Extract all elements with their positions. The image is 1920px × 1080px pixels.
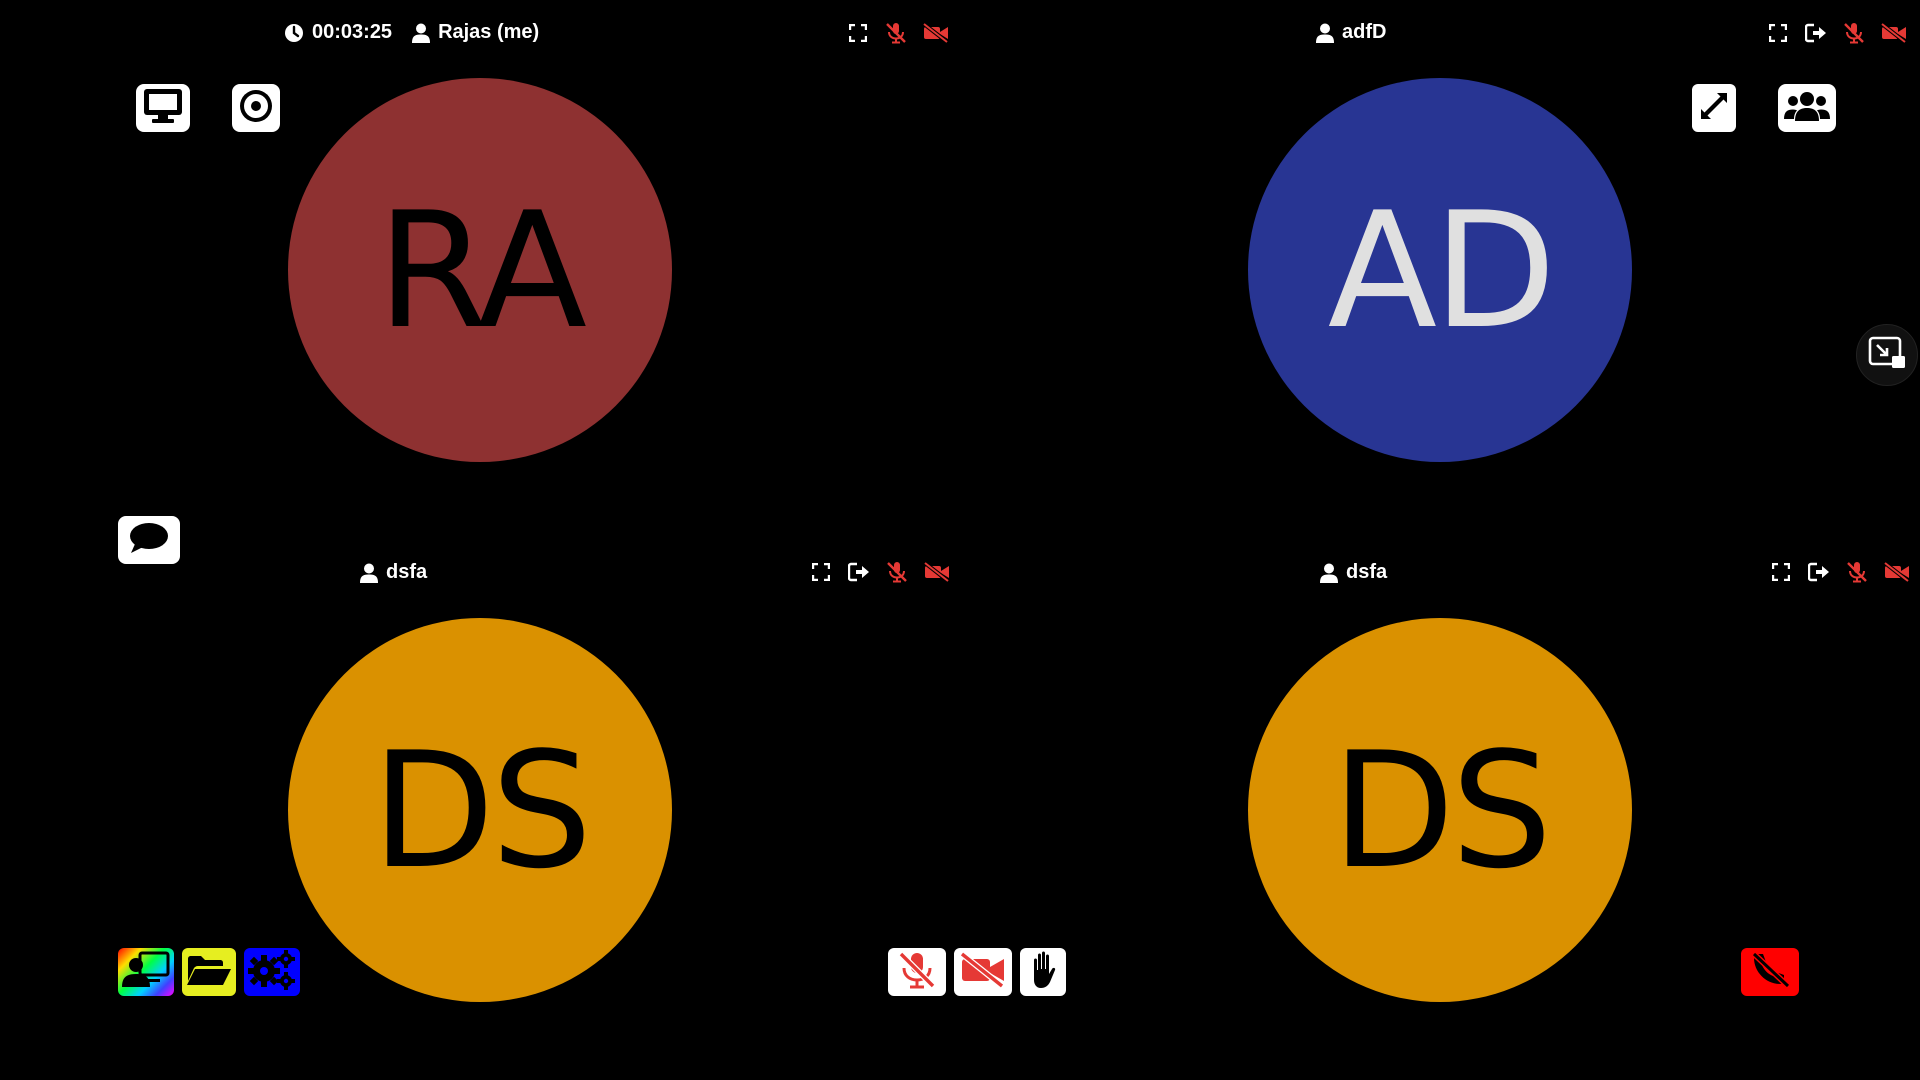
participant-avatar: RA [288, 78, 672, 462]
screen-share-button[interactable] [136, 84, 190, 132]
chat-icon [127, 520, 171, 561]
video-slash-icon [960, 951, 1006, 993]
participant-name-text: Rajas (me) [438, 21, 540, 43]
microphone-slash-icon[interactable] [1846, 561, 1868, 583]
participant-avatar: AD [1248, 78, 1632, 462]
participant-name-text: dsfa [386, 561, 428, 583]
participant-name: Rajas (me) [412, 21, 539, 44]
hangup-button[interactable] [1741, 948, 1799, 996]
tile-tools [1767, 22, 1907, 44]
tile-tools [1770, 561, 1910, 583]
microphone-slash-icon[interactable] [886, 561, 908, 583]
participant-name-text: dsfa [1346, 561, 1388, 583]
avatar-initials: DS [371, 716, 593, 904]
toggle-mic-button[interactable] [888, 948, 946, 996]
user-icon [360, 563, 378, 583]
desktop-icon [142, 87, 184, 130]
phone-hangup-icon [1748, 950, 1792, 995]
avatar-initials: DS [1331, 716, 1553, 904]
tile-header: dsfa [360, 561, 427, 584]
avatar-initials: RA [376, 176, 587, 364]
raise-hand-button[interactable] [1020, 948, 1066, 996]
user-icon [1316, 23, 1334, 43]
tile-tools [847, 22, 949, 44]
fullscreen-icon[interactable] [810, 561, 832, 583]
participant-tile-dsfa-1: dsfa DS [0, 540, 960, 1080]
participant-name: adfD [1316, 21, 1386, 44]
timer-text: 00:03:25 [312, 21, 393, 43]
avatar-initials: AD [1327, 176, 1557, 364]
raise-hand-icon [1026, 950, 1060, 995]
participant-tile-adfd: adfD AD [960, 0, 1920, 540]
sign-out-icon[interactable] [1805, 22, 1827, 44]
microphone-slash-icon[interactable] [885, 22, 907, 44]
video-slash-icon[interactable] [1884, 561, 1910, 583]
sign-out-icon[interactable] [848, 561, 870, 583]
files-button[interactable] [182, 948, 236, 996]
participant-name: dsfa [1320, 561, 1387, 584]
fullscreen-icon[interactable] [1767, 22, 1789, 44]
expand-button[interactable] [1692, 84, 1736, 132]
swap-camera-button[interactable] [118, 948, 174, 996]
tile-header: adfD [1316, 21, 1386, 44]
video-slash-icon[interactable] [1881, 22, 1907, 44]
expand-icon [1697, 89, 1731, 128]
pip-button[interactable] [1856, 324, 1918, 386]
settings-button[interactable] [244, 948, 300, 996]
chat-button[interactable] [118, 516, 180, 564]
video-call-stage: 00:03:25 Rajas (me) RA adfD AD dsfa DS d… [0, 0, 1920, 1080]
tile-tools [810, 561, 950, 583]
tile-header: 00:03:25 Rajas (me) [284, 21, 539, 44]
participants-button[interactable] [1778, 84, 1836, 132]
toggle-video-button[interactable] [954, 948, 1012, 996]
participant-name: dsfa [360, 561, 427, 584]
fullscreen-icon[interactable] [1770, 561, 1792, 583]
folder-open-icon [186, 953, 232, 992]
user-icon [412, 23, 431, 43]
cogs-icon [247, 949, 297, 996]
tile-header: dsfa [1320, 561, 1387, 584]
record-button[interactable] [232, 84, 280, 132]
users-icon [1784, 89, 1830, 128]
picture-in-picture-icon [1868, 336, 1906, 375]
user-icon [1320, 563, 1338, 583]
record-icon [238, 88, 274, 129]
participant-tile-self: 00:03:25 Rajas (me) RA [0, 0, 960, 540]
participant-name-text: adfD [1342, 21, 1387, 43]
video-slash-icon[interactable] [924, 561, 950, 583]
fullscreen-icon[interactable] [847, 22, 869, 44]
video-slash-icon[interactable] [923, 22, 949, 44]
clock-icon [284, 23, 304, 43]
microphone-slash-icon [897, 950, 937, 995]
participant-avatar: DS [288, 618, 672, 1002]
participant-tile-dsfa-2: dsfa DS [960, 540, 1920, 1080]
sign-out-icon[interactable] [1808, 561, 1830, 583]
user-swap-icon [122, 951, 170, 994]
microphone-slash-icon[interactable] [1843, 22, 1865, 44]
participant-avatar: DS [1248, 618, 1632, 1002]
session-timer: 00:03:25 [284, 21, 392, 44]
